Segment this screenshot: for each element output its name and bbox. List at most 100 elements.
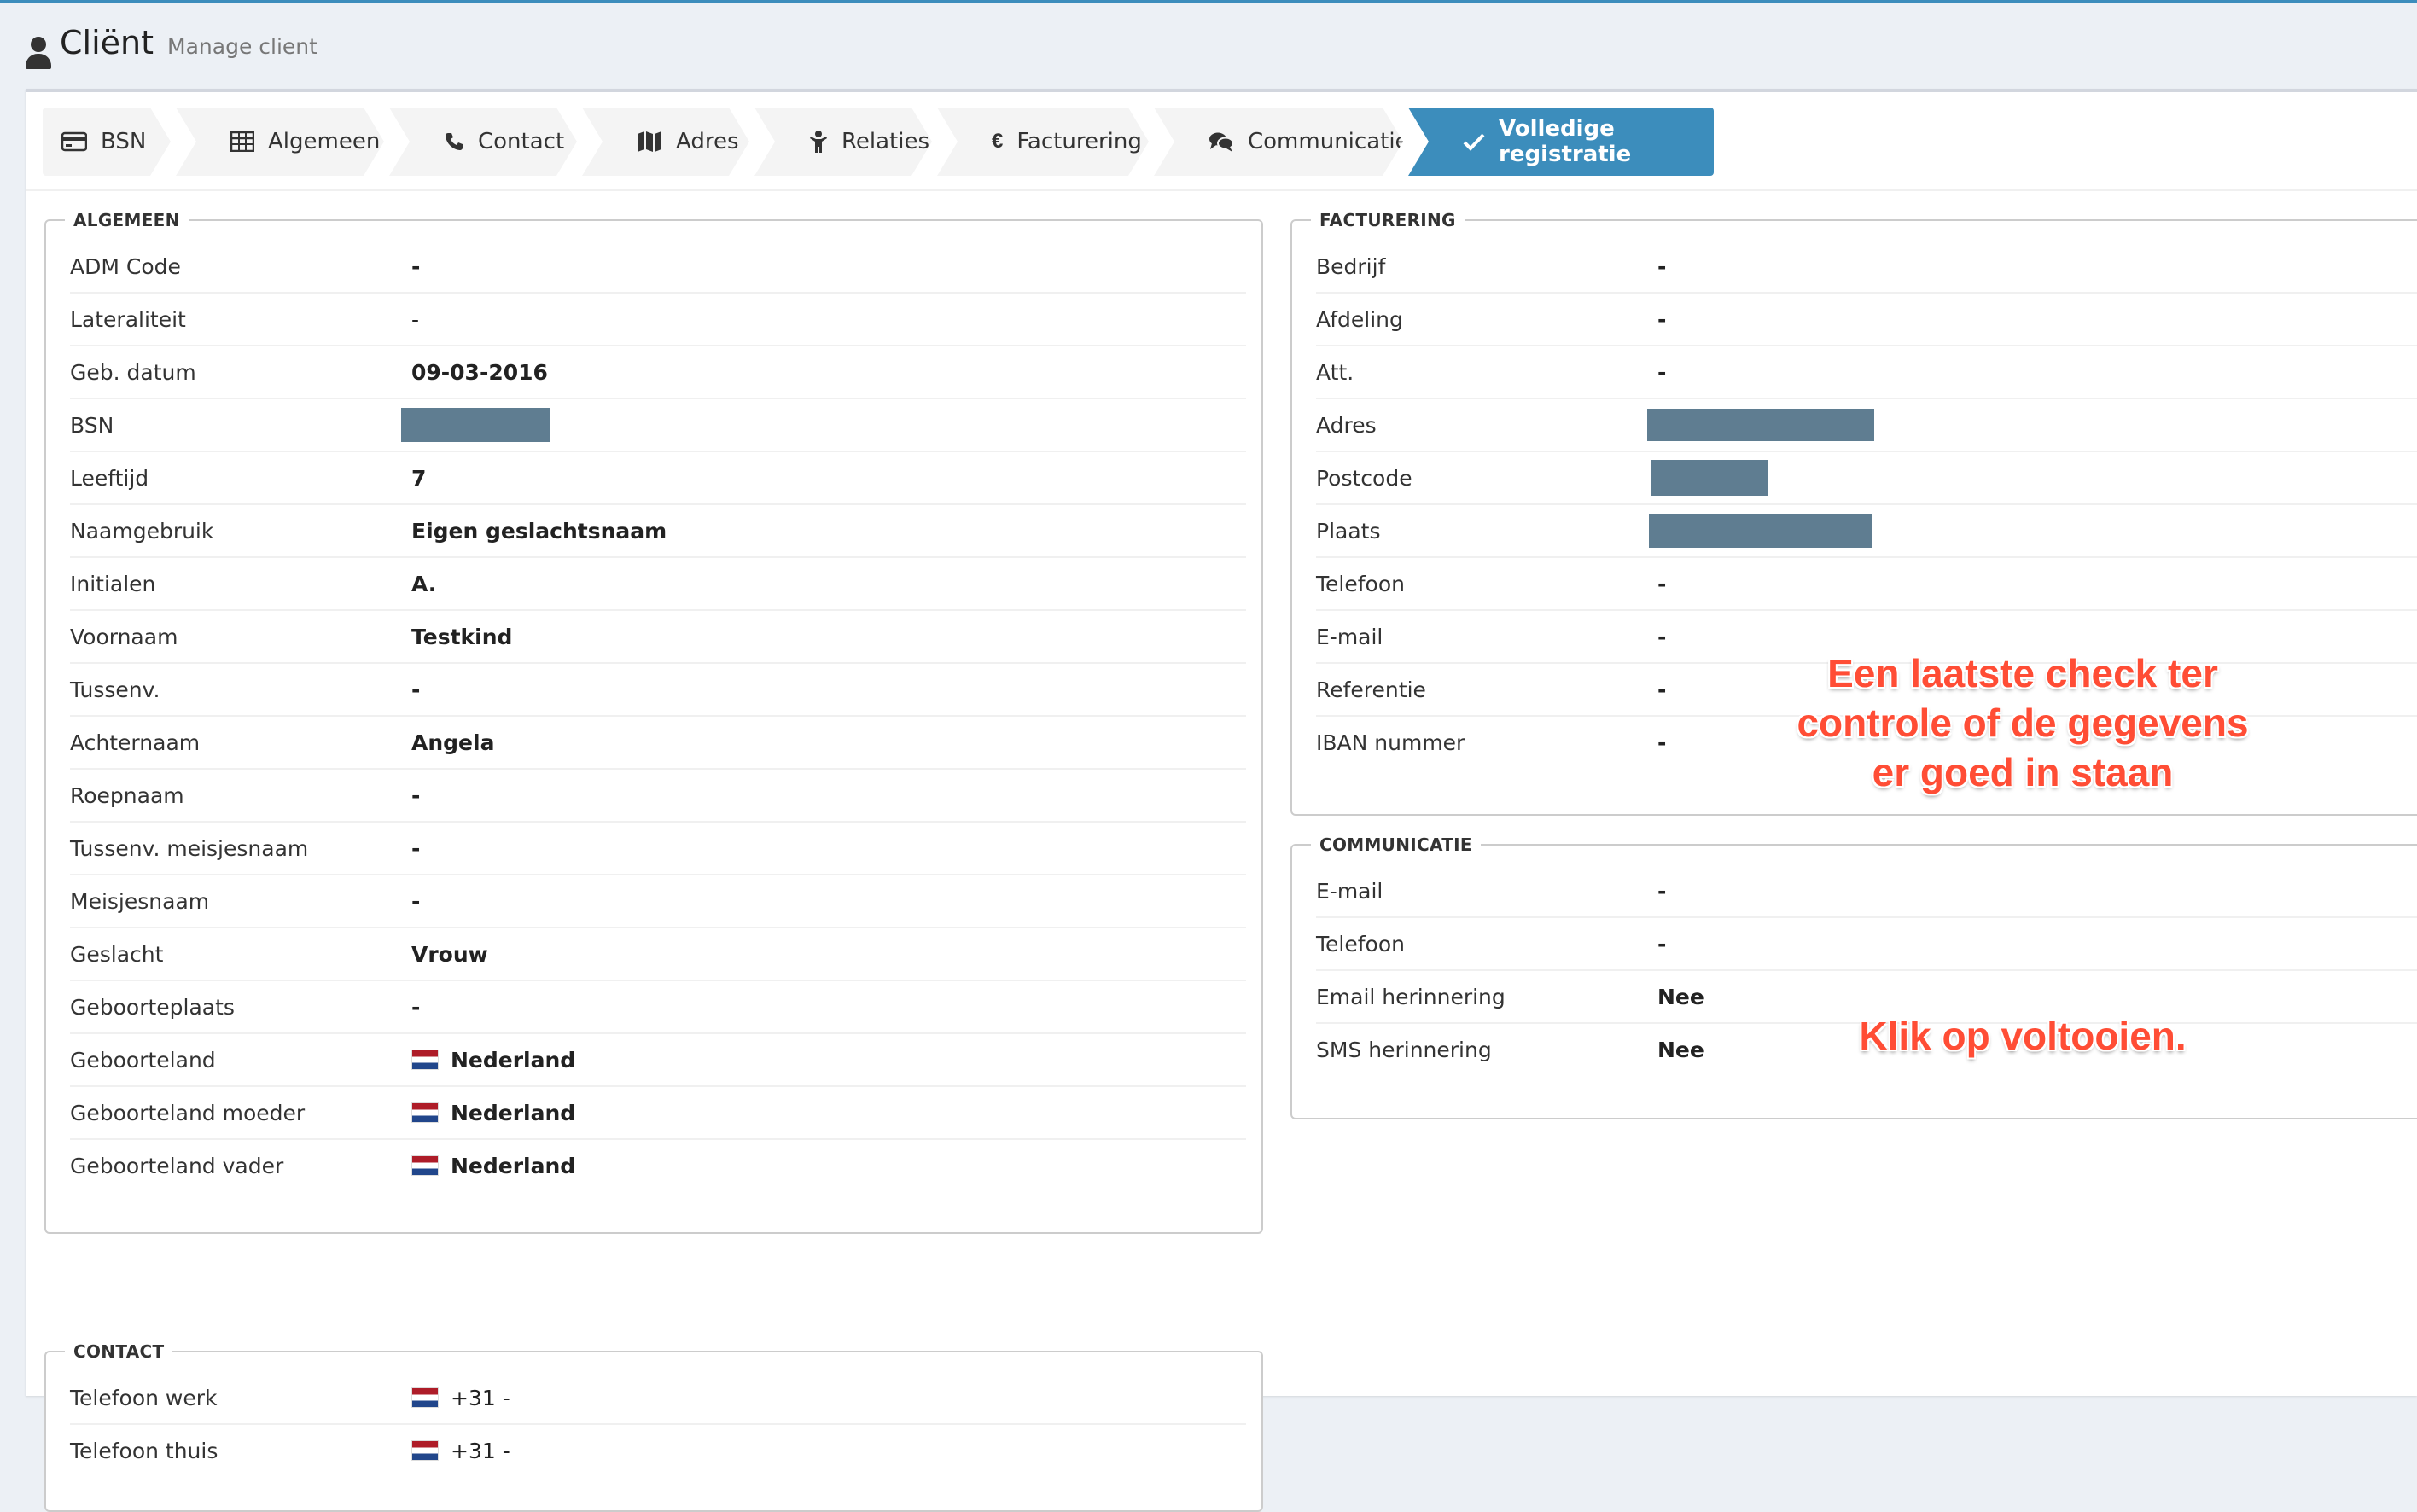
row-geb-datum: Geb. datum 09-03-2016 — [70, 346, 1246, 399]
row-value: Nee — [1657, 1037, 1704, 1062]
row-meisjesnaam: Meisjesnaam - — [70, 875, 1246, 928]
row-value: - — [1657, 359, 1667, 385]
row-value: - — [1657, 571, 1667, 596]
row-value: A. — [411, 571, 437, 596]
page-title: Cliënt — [60, 24, 154, 61]
annotation-check: Een laatste check ter controle of de geg… — [1750, 648, 2296, 797]
algemeen-panel: ALGEMEEN ADM Code - Lateraliteit - Geb. da… — [44, 210, 1263, 1234]
row-value: Nederland — [411, 1154, 575, 1178]
row-adres: Adres — [1316, 399, 2417, 452]
row-label: BSN — [70, 412, 114, 438]
row-geslacht: Geslacht Vrouw — [70, 928, 1246, 981]
row-telefoon: Telefoon - — [1316, 558, 2417, 611]
row-adm-code: ADM Code - — [70, 241, 1246, 294]
row-label: Meisjesnaam — [70, 888, 210, 914]
row-value — [401, 408, 550, 442]
row-leeftijd: Leeftijd 7 — [70, 452, 1246, 505]
communicatie-panel: COMMUNICATIE E-mail - Telefoon - Email her… — [1290, 835, 2417, 1119]
step-algemeen[interactable]: Algemeen — [176, 108, 384, 176]
row-label: Geboorteland moeder — [70, 1100, 306, 1125]
row-telefoon-thuis: Telefoon thuis +31 - — [70, 1425, 1246, 1476]
row-afdeling: Afdeling - — [1316, 294, 2417, 346]
row-tussenv-meisjesnaam: Tussenv. meisjesnaam - — [70, 823, 1246, 875]
row-label: Tussenv. — [70, 677, 160, 702]
row-value: - — [1657, 624, 1667, 649]
row-label: Plaats — [1316, 518, 1381, 544]
step-communicatie[interactable]: Communicatie — [1154, 108, 1403, 176]
step-bsn[interactable]: BSN — [43, 108, 171, 176]
row-label: Bedrijf — [1316, 253, 1386, 279]
row-value: - — [1657, 306, 1667, 332]
step-label: Relaties — [842, 129, 930, 154]
row-value: - — [411, 782, 421, 808]
annotation-line: controle of de gegevens — [1797, 701, 2249, 745]
row-value: Nederland — [411, 1101, 575, 1125]
row-label: Telefoon werk — [70, 1385, 218, 1410]
step-facturering[interactable]: € Facturering — [937, 108, 1149, 176]
row-value: +31 - — [411, 1386, 510, 1410]
row-geboorteland-moeder: Geboorteland moeder Nederland — [70, 1087, 1246, 1140]
wizard-steps: BSN Algemeen Contact Adres Relaties € Fa… — [43, 108, 1719, 179]
credit-card-icon — [61, 129, 87, 154]
row-voornaam: Voornaam Testkind — [70, 611, 1246, 664]
row-label: Initialen — [70, 571, 156, 596]
step-volledige-registratie[interactable]: Volledige registratie — [1408, 108, 1714, 176]
row-initialen: Initialen A. — [70, 558, 1246, 611]
contact-panel: CONTACT Telefoon werk +31 - Telefoon thui… — [44, 1341, 1263, 1512]
step-relaties[interactable]: Relaties — [754, 108, 932, 176]
comments-icon — [1208, 129, 1234, 154]
row-label: SMS herinnering — [1316, 1037, 1492, 1062]
row-label: Leeftijd — [70, 465, 149, 491]
page-subtitle: Manage client — [167, 34, 317, 59]
country-name: Nederland — [451, 1153, 576, 1178]
step-contact[interactable]: Contact — [389, 108, 577, 176]
row-label: Naamgebruik — [70, 518, 214, 544]
phone-value: +31 - — [451, 1385, 510, 1410]
row-value: - — [411, 306, 420, 332]
row-postcode: Postcode — [1316, 452, 2417, 505]
check-icon — [1463, 129, 1485, 154]
row-roepnaam: Roepnaam - — [70, 770, 1246, 823]
row-plaats: Plaats — [1316, 505, 2417, 558]
row-tussenv: Tussenv. - — [70, 664, 1246, 717]
annotation-line: Een laatste check ter — [1827, 651, 2218, 695]
row-telefoon-werk: Telefoon werk +31 - — [70, 1372, 1246, 1425]
row-label: Geslacht — [70, 941, 164, 967]
row-label: Att. — [1316, 359, 1354, 385]
netherlands-flag-icon — [411, 1440, 439, 1461]
row-label: Geboorteland — [70, 1047, 216, 1073]
contact-title: CONTACT — [73, 1341, 165, 1362]
netherlands-flag-icon — [411, 1050, 439, 1070]
row-label: Afdeling — [1316, 306, 1403, 332]
row-achternaam: Achternaam Angela — [70, 717, 1246, 770]
row-comm-telefoon: Telefoon - — [1316, 918, 2417, 971]
row-value: - — [411, 677, 421, 702]
row-value: - — [411, 253, 421, 279]
row-naamgebruik: Naamgebruik Eigen geslachtsnaam — [70, 505, 1246, 558]
step-label: Volledige registratie — [1499, 116, 1632, 167]
row-geboorteland-vader: Geboorteland vader Nederland — [70, 1140, 1246, 1191]
annotation-line: er goed in staan — [1872, 750, 2174, 794]
row-label: ADM Code — [70, 253, 181, 279]
row-value — [1647, 409, 1874, 441]
row-label: Roepnaam — [70, 782, 184, 808]
country-name: Nederland — [451, 1047, 576, 1073]
step-adres[interactable]: Adres — [582, 108, 749, 176]
redacted-value — [1647, 409, 1874, 441]
map-icon — [637, 129, 662, 154]
netherlands-flag-icon — [411, 1102, 439, 1123]
row-label: Telefoon — [1316, 571, 1405, 596]
row-value: Nederland — [411, 1048, 575, 1073]
row-label: Telefoon — [1316, 931, 1405, 957]
facturering-title: FACTURERING — [1319, 210, 1456, 230]
row-value: - — [411, 888, 421, 914]
annotation-finish: Klik op voltooien. — [1859, 1014, 2187, 1058]
row-label: Referentie — [1316, 677, 1426, 702]
row-value: - — [1657, 253, 1667, 279]
row-bedrijf: Bedrijf - — [1316, 241, 2417, 294]
row-value: - — [411, 835, 421, 861]
row-label: Adres — [1316, 412, 1377, 438]
step-label: Adres — [676, 129, 739, 154]
step-label: BSN — [101, 129, 147, 154]
phone-icon — [444, 129, 464, 154]
